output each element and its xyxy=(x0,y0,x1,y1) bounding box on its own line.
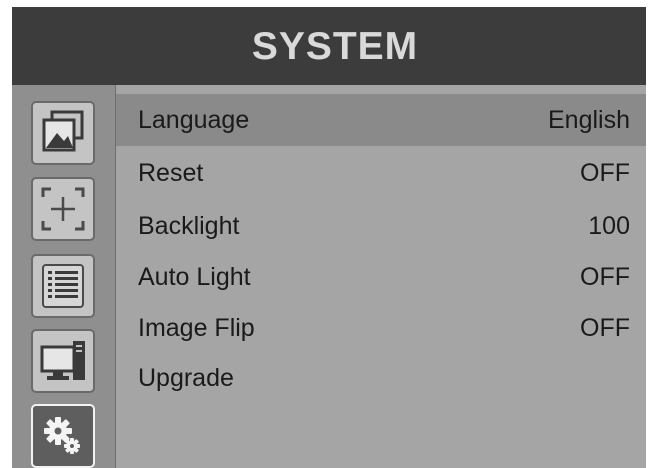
menu-item-value: English xyxy=(548,105,630,134)
menu-item-label: Upgrade xyxy=(138,363,234,392)
menu-item-label: Language xyxy=(138,105,250,134)
sidebar-item-function-list[interactable] xyxy=(31,254,95,318)
menu-item-upgrade[interactable]: Upgrade xyxy=(116,352,646,404)
title-bar: SYSTEM xyxy=(12,7,646,85)
menu-item-language[interactable]: Language English xyxy=(116,94,646,146)
menu-item-value: OFF xyxy=(580,262,630,291)
menu-item-reset[interactable]: Reset OFF xyxy=(116,147,646,199)
menu-item-value: 100 xyxy=(588,211,630,240)
menu-item-value: OFF xyxy=(580,158,630,187)
menu-item-label: Reset xyxy=(138,158,204,187)
sidebar-item-picture[interactable] xyxy=(31,101,95,165)
menu-item-label: Image Flip xyxy=(138,313,255,342)
gears-icon xyxy=(44,417,80,454)
menu-item-value: OFF xyxy=(580,313,630,342)
menu-item-label: Backlight xyxy=(138,211,240,240)
menu-item-label: Auto Light xyxy=(138,262,251,291)
sidebar-item-display[interactable] xyxy=(31,329,95,393)
display-computer-icon xyxy=(40,341,85,380)
page-title: SYSTEM xyxy=(251,25,419,68)
menu-item-image-flip[interactable]: Image Flip OFF xyxy=(116,302,646,354)
sidebar-item-marker[interactable] xyxy=(31,177,95,241)
marker-crosshair-icon xyxy=(41,187,85,231)
sidebar-item-system[interactable] xyxy=(31,404,95,468)
list-icon xyxy=(42,264,84,308)
menu-item-backlight[interactable]: Backlight 100 xyxy=(116,200,646,252)
system-menu-window: SYSTEM Language English Reset OFF Backli… xyxy=(12,7,646,468)
settings-list: Language English Reset OFF Backlight 100… xyxy=(116,85,646,468)
category-sidebar xyxy=(12,85,116,468)
picture-icon xyxy=(42,110,84,152)
menu-item-auto-light[interactable]: Auto Light OFF xyxy=(116,251,646,303)
